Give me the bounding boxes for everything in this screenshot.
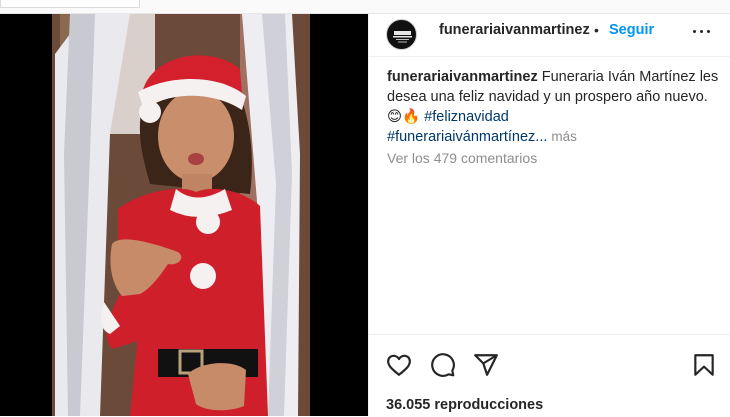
paper-plane-icon[interactable] xyxy=(473,352,499,378)
caption-emojis: 😊🔥 xyxy=(387,109,421,125)
caption-username[interactable]: funerariaivanmartinez xyxy=(387,69,538,85)
follow-button[interactable]: Seguir xyxy=(609,22,654,38)
comment-icon[interactable] xyxy=(430,352,456,378)
more-options-icon[interactable] xyxy=(691,22,713,40)
view-comments-link[interactable]: Ver los 479 comentarios xyxy=(387,150,537,166)
post-caption: funerariaivanmartinez Funeraria Iván Mar… xyxy=(387,67,722,147)
separator-dot: • xyxy=(594,22,599,38)
bookmark-icon[interactable] xyxy=(691,352,717,378)
account-username[interactable]: funerariaivanmartinez xyxy=(439,22,590,38)
hashtag-feliznavidad[interactable]: #feliznavidad xyxy=(424,109,509,125)
video-frame xyxy=(0,14,368,416)
caption-more-link[interactable]: más xyxy=(551,129,577,144)
account-avatar[interactable] xyxy=(386,19,417,50)
funeral-home-logo-icon xyxy=(393,31,412,43)
page-top-strip xyxy=(0,0,730,13)
hashtag-funeraria[interactable]: #funerariaivánmartínez... xyxy=(387,129,547,145)
heart-icon[interactable] xyxy=(386,352,412,378)
instagram-post: funerariaivanmartinez • Seguir funeraria… xyxy=(0,13,730,416)
post-side-panel: funerariaivanmartinez • Seguir funeraria… xyxy=(368,14,730,416)
previous-card-edge xyxy=(0,0,140,8)
post-video[interactable] xyxy=(0,14,368,416)
post-actions: 36.055 reproducciones xyxy=(369,334,730,417)
post-header: funerariaivanmartinez • Seguir xyxy=(369,14,730,57)
views-count: 36.055 reproducciones xyxy=(386,397,544,413)
